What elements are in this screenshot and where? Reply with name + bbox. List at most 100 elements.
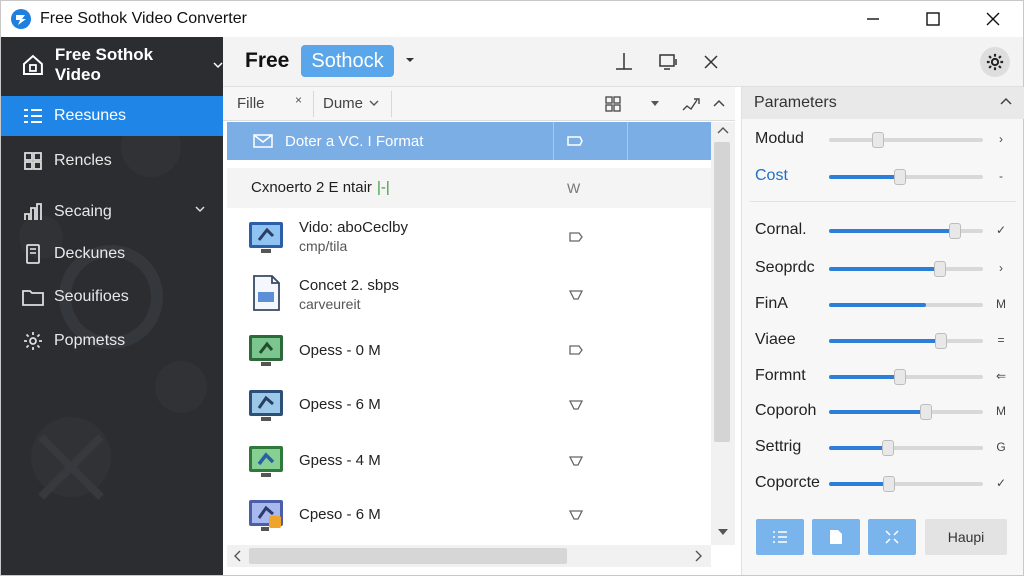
minimize-button[interactable] bbox=[843, 1, 903, 37]
pin-button[interactable] bbox=[611, 49, 637, 75]
list-item[interactable]: Opess - 6 M bbox=[227, 378, 711, 432]
slider-handle[interactable] bbox=[872, 132, 884, 148]
parameter-slider[interactable] bbox=[829, 440, 983, 456]
parameter-end-icon[interactable]: ✓ bbox=[994, 476, 1008, 490]
slider-handle[interactable] bbox=[935, 333, 947, 349]
file-column-close[interactable]: × bbox=[295, 93, 302, 107]
document-icon bbox=[253, 275, 280, 311]
close-panel-button[interactable] bbox=[698, 49, 724, 75]
status-marker: |-| bbox=[377, 179, 390, 196]
row-action-button[interactable] bbox=[567, 506, 585, 524]
video-thumbnail-icon bbox=[249, 446, 283, 477]
slider-handle[interactable] bbox=[894, 169, 906, 185]
close-button[interactable] bbox=[963, 1, 1023, 37]
parameter-slider[interactable] bbox=[829, 333, 983, 349]
list-item-subtitle: carveureit bbox=[299, 296, 361, 312]
slider-handle[interactable] bbox=[949, 223, 961, 239]
list-item-text: Opess - 6 M bbox=[299, 395, 381, 414]
title-bar: Free Sothok Video Converter bbox=[1, 1, 1023, 37]
chevron-up-icon[interactable] bbox=[1000, 97, 1012, 105]
maximize-button[interactable] bbox=[903, 1, 963, 37]
parameter-end-icon[interactable]: M bbox=[994, 404, 1008, 418]
chevron-right-icon[interactable] bbox=[695, 550, 703, 562]
parameter-end-icon[interactable]: M bbox=[994, 297, 1008, 311]
list-view-button[interactable] bbox=[756, 519, 804, 555]
caret-down-icon[interactable] bbox=[651, 101, 659, 107]
apply-button[interactable]: Haupi bbox=[925, 519, 1007, 555]
chevron-left-icon[interactable] bbox=[233, 550, 241, 562]
parameters-header[interactable]: Parameters bbox=[742, 87, 1024, 119]
chevron-up-icon[interactable] bbox=[713, 99, 725, 107]
slider-handle[interactable] bbox=[883, 476, 895, 492]
toolbar-divider bbox=[313, 91, 314, 117]
parameter-end-icon[interactable]: G bbox=[994, 440, 1008, 454]
parameter-end-icon[interactable]: - bbox=[994, 169, 1008, 183]
list-item[interactable]: Cpeso - 6 M bbox=[227, 488, 711, 542]
caret-down-icon[interactable] bbox=[717, 528, 729, 536]
slider-handle[interactable] bbox=[882, 440, 894, 456]
slider-fill bbox=[829, 375, 900, 379]
list-item[interactable]: Vido: aboCeclby cmp/tila bbox=[227, 210, 711, 264]
sidebar-header[interactable]: Free Sothok Video bbox=[1, 45, 223, 85]
row-action-button[interactable] bbox=[567, 341, 585, 359]
vertical-scrollbar[interactable] bbox=[711, 122, 735, 545]
chart-icon bbox=[22, 201, 44, 223]
sidebar-item-seouifioes[interactable]: Seouifioes bbox=[1, 277, 223, 317]
scrollbar-thumb[interactable] bbox=[249, 548, 567, 564]
row-action-text[interactable]: W bbox=[567, 180, 580, 196]
list-item[interactable]: Gpess - 4 M bbox=[227, 434, 711, 488]
close-icon bbox=[704, 55, 718, 69]
list-item-text: Opess - 0 M bbox=[299, 341, 381, 360]
row-action-button[interactable] bbox=[567, 396, 585, 414]
tag-icon bbox=[569, 290, 583, 300]
chevron-up-icon[interactable] bbox=[717, 126, 729, 134]
parameter-slider[interactable] bbox=[829, 476, 983, 492]
minimize-icon bbox=[867, 18, 879, 20]
sidebar-item-deckunes[interactable]: Deckunes bbox=[1, 234, 223, 274]
parameter-slider[interactable] bbox=[829, 369, 983, 385]
list-item-selected[interactable]: Doter a VC. I Format bbox=[227, 122, 711, 160]
expand-button[interactable] bbox=[868, 519, 916, 555]
row-action-button[interactable] bbox=[567, 286, 585, 304]
file-column-label[interactable]: Fille bbox=[237, 95, 265, 112]
parameter-label: Coporcte bbox=[755, 474, 820, 491]
sidebar-item-reesunes[interactable]: Reesunes bbox=[1, 96, 223, 136]
sidebar-item-popmetss[interactable]: Popmetss bbox=[1, 321, 223, 361]
chevron-down-icon[interactable] bbox=[369, 100, 379, 107]
parameter-end-icon[interactable]: › bbox=[994, 132, 1008, 146]
edit-button[interactable] bbox=[681, 94, 701, 114]
parameter-end-icon[interactable]: ✓ bbox=[994, 223, 1008, 237]
list-item[interactable]: Cxnoerto 2 E ntair |-| W bbox=[227, 168, 711, 208]
parameters-title: Parameters bbox=[754, 94, 837, 111]
sidebar-item-rencles[interactable]: Rencles bbox=[1, 141, 223, 181]
parameter-slider[interactable] bbox=[829, 169, 983, 185]
list-item[interactable]: Opess - 0 M bbox=[227, 324, 711, 376]
parameter-slider[interactable] bbox=[829, 404, 983, 420]
screen-button[interactable] bbox=[655, 49, 681, 75]
parameter-end-icon[interactable]: ⇐ bbox=[994, 369, 1008, 383]
brand-name-pill[interactable]: Sothock bbox=[301, 45, 394, 77]
parameter-slider[interactable] bbox=[829, 132, 983, 148]
grid-view-button[interactable] bbox=[603, 94, 623, 114]
parameter-end-icon[interactable]: = bbox=[994, 333, 1008, 347]
list-item-text: Gpess - 4 M bbox=[299, 451, 381, 470]
document-button[interactable] bbox=[812, 519, 860, 555]
parameter-slider[interactable] bbox=[829, 303, 983, 307]
row-action-button[interactable] bbox=[567, 452, 585, 470]
settings-button[interactable] bbox=[980, 47, 1010, 77]
slider-fill bbox=[829, 446, 888, 450]
parameter-slider[interactable] bbox=[829, 261, 983, 277]
caret-down-icon[interactable] bbox=[405, 57, 415, 63]
parameter-row: Cornal. ✓ bbox=[742, 219, 1024, 243]
slider-handle[interactable] bbox=[920, 404, 932, 420]
parameter-slider[interactable] bbox=[829, 223, 983, 239]
parameter-end-icon[interactable]: › bbox=[994, 261, 1008, 275]
name-column-label[interactable]: Dume bbox=[323, 95, 363, 112]
scrollbar-thumb[interactable] bbox=[714, 142, 730, 442]
sidebar-item-secaing[interactable]: Secaing bbox=[1, 192, 223, 232]
list-item[interactable]: Concet 2. sbps carveureit bbox=[227, 266, 711, 322]
slider-handle[interactable] bbox=[934, 261, 946, 277]
slider-handle[interactable] bbox=[894, 369, 906, 385]
horizontal-scrollbar[interactable] bbox=[227, 545, 711, 567]
row-action-button[interactable] bbox=[567, 228, 585, 246]
